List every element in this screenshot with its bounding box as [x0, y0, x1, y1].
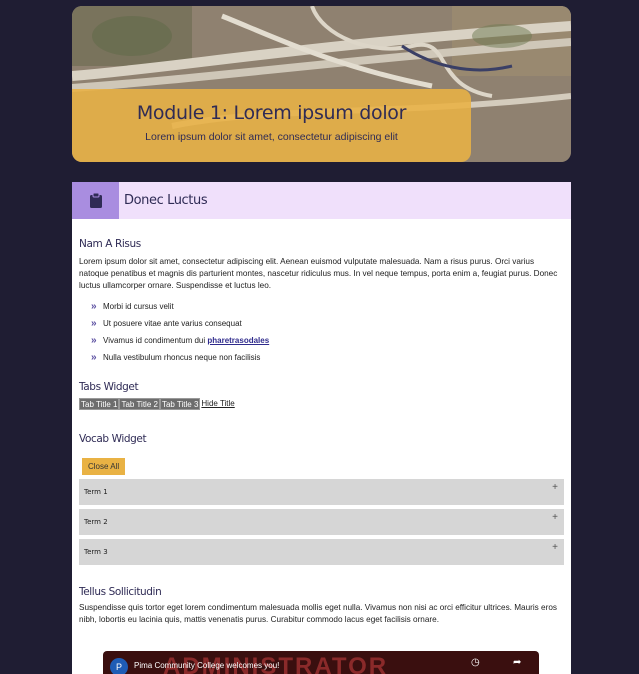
- tab-title-2[interactable]: Tab Title 2: [119, 398, 160, 410]
- plus-icon: +: [552, 542, 558, 553]
- vocab-term-1[interactable]: Term 1 +: [79, 479, 564, 505]
- content-card: Donec Luctus Nam A Risus Lorem ipsum dol…: [72, 182, 571, 674]
- page-title: Module 1: Lorem ipsum dolor: [136, 102, 407, 124]
- term-label: Term 1: [84, 488, 108, 496]
- close-all-button[interactable]: Close All: [82, 458, 126, 475]
- hero-banner: Module 1: Lorem ipsum dolor Lorem ipsum …: [72, 6, 571, 162]
- tab-title-3[interactable]: Tab Title 3: [159, 398, 201, 410]
- list-item: » Morbi id cursus velit: [91, 301, 174, 312]
- chevron-double-right-icon: »: [91, 318, 97, 329]
- section-heading-vocab-widget: Vocab Widget: [79, 433, 147, 445]
- plus-icon: +: [552, 512, 558, 523]
- card-content: Nam A Risus Lorem ipsum dolor sit amet, …: [72, 238, 571, 626]
- section-paragraph: Lorem ipsum dolor sit amet, consectetur …: [79, 257, 558, 290]
- chevron-double-right-icon: »: [91, 301, 97, 312]
- page-subtitle: Lorem ipsum dolor sit amet, consectetur …: [145, 131, 398, 143]
- term-label: Term 2: [84, 518, 108, 526]
- section-paragraph: Suspendisse quis tortor eget lorem condi…: [79, 603, 557, 624]
- hide-title-link[interactable]: Hide Title: [201, 398, 234, 410]
- section-heading-tellus-sollicitudin: Tellus Sollicitudin: [79, 586, 162, 598]
- clipboard-icon: [89, 193, 102, 208]
- chevron-double-right-icon: »: [91, 352, 97, 363]
- video-title[interactable]: Pima Community College welcomes you!: [134, 661, 279, 670]
- plus-icon: +: [552, 482, 558, 493]
- chevron-double-right-icon: »: [91, 335, 97, 346]
- hero-caption: Module 1: Lorem ipsum dolor Lorem ipsum …: [72, 89, 471, 162]
- card-header: Donec Luctus: [72, 182, 571, 219]
- share-icon[interactable]: ➦: [513, 657, 521, 668]
- vocab-term-2[interactable]: Term 2 +: [79, 509, 564, 535]
- channel-avatar[interactable]: P: [110, 658, 128, 674]
- clipboard-icon-box: [72, 182, 119, 219]
- section-heading-tabs-widget: Tabs Widget: [79, 381, 139, 393]
- section-heading-nam-a-risus: Nam A Risus: [79, 238, 141, 250]
- tabs-bar: Tab Title 1 Tab Title 2 Tab Title 3 Hide…: [79, 398, 564, 410]
- pharetrasodales-link[interactable]: pharetrasodales: [207, 336, 269, 345]
- tab-title-1[interactable]: Tab Title 1: [79, 398, 120, 410]
- term-label: Term 3: [84, 548, 108, 556]
- watch-later-icon[interactable]: ◷: [471, 657, 480, 668]
- list-item: » Vivamus id condimentum dui pharetrasoda…: [91, 335, 270, 346]
- vocab-term-list: Term 1 + Term 2 + Term 3 +: [79, 479, 564, 565]
- bullet-list: » Morbi id cursus velit » Ut posuere vitae…: [91, 298, 564, 366]
- list-item: » Ut posuere vitae ante varius consequat: [91, 318, 242, 329]
- video-embed[interactable]: ADMINISTRATOR P Pima Community College w…: [103, 651, 539, 674]
- vocab-term-3[interactable]: Term 3 +: [79, 539, 564, 565]
- card-title: Donec Luctus: [124, 193, 208, 208]
- list-item: » Nulla vestibulum rhoncus neque non faci…: [91, 352, 261, 363]
